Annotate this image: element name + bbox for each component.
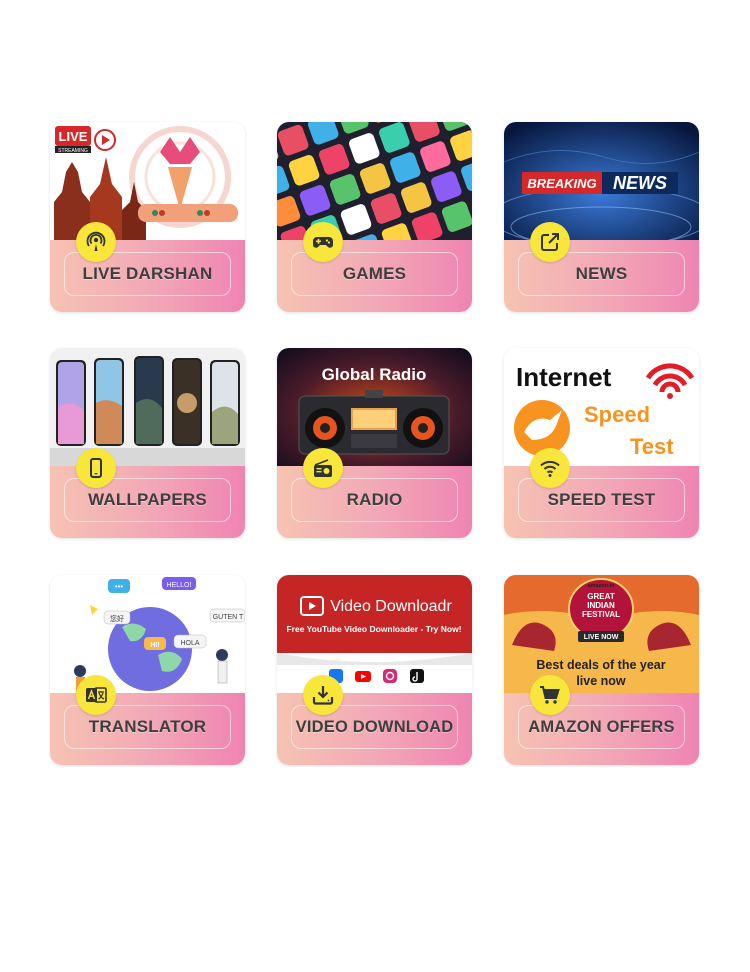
bubble-hola: HOLA	[180, 640, 199, 647]
app-grid-page: LIVE STREAMING LIVE DARSHAN GAMES BREAKI…	[0, 0, 750, 972]
podcast-icon-badge	[76, 222, 116, 262]
tile-wallpapers[interactable]: WALLPAPERS	[50, 348, 245, 538]
live-badge-text: LIVE	[59, 129, 88, 144]
tile-label: NEWS	[575, 264, 628, 283]
external-link-icon	[541, 233, 559, 251]
tile-label: AMAZON OFFERS	[528, 717, 675, 736]
tile-live-darshan[interactable]: LIVE STREAMING LIVE DARSHAN	[50, 122, 245, 312]
gamepad-icon	[313, 237, 333, 248]
podcast-icon	[86, 231, 106, 251]
indian-text: INDIAN	[587, 601, 615, 610]
external-link-icon-badge	[530, 222, 570, 262]
download-icon-badge	[303, 675, 343, 715]
video-downloadr-subtitle: Free YouTube Video Downloader - Try Now!	[286, 624, 461, 634]
tile-amazon-offers[interactable]: amazon.in GREAT INDIAN FESTIVAL LIVE NOW…	[504, 575, 699, 765]
translator-thumbnail: ••• HELLO! HOLA GUTEN T HI! 您好	[50, 575, 245, 693]
wallpapers-thumbnail	[50, 348, 245, 466]
bubble-guten: GUTEN T	[213, 614, 244, 621]
great-text: GREAT	[587, 592, 615, 601]
radio-icon-badge	[303, 448, 343, 488]
translate-icon	[86, 687, 107, 703]
live-now-deal-text: live now	[576, 674, 626, 688]
tile-video-download[interactable]: Video Downloadr Free YouTube Video Downl…	[277, 575, 472, 765]
bubble-hello: HELLO!	[167, 582, 192, 589]
radio-icon	[314, 459, 332, 477]
tile-label: TRANSLATOR	[88, 717, 207, 736]
amazon-offers-thumbnail: amazon.in GREAT INDIAN FESTIVAL LIVE NOW…	[504, 575, 699, 693]
bubble-hi: HI!	[150, 642, 159, 649]
bubble-chinese: 您好	[110, 614, 124, 623]
tile-label: WALLPAPERS	[88, 490, 207, 509]
speed-test-thumbnail: Internet Speed Test	[504, 348, 699, 466]
gamepad-icon-badge	[303, 222, 343, 262]
download-icon	[312, 686, 334, 705]
global-radio-text: Global Radio	[322, 365, 427, 384]
breaking-text: BREAKING	[527, 176, 596, 191]
tile-label: SPEED TEST	[547, 490, 656, 509]
cart-icon	[540, 686, 560, 704]
speed-text: Speed	[584, 402, 650, 427]
live-darshan-thumbnail: LIVE STREAMING	[50, 122, 245, 240]
wifi-icon	[540, 460, 560, 477]
tile-news[interactable]: BREAKING NEWS NEWS	[504, 122, 699, 312]
tile-speed-test[interactable]: Internet Speed Test SPEED TEST	[504, 348, 699, 538]
live-now-text: LIVE NOW	[584, 634, 619, 641]
news-text: NEWS	[613, 173, 667, 193]
tile-label: GAMES	[342, 264, 407, 283]
wifi-icon-badge	[530, 448, 570, 488]
tile-translator[interactable]: ••• HELLO! HOLA GUTEN T HI! 您好 TRANSLATO…	[50, 575, 245, 765]
tile-games[interactable]: GAMES	[277, 122, 472, 312]
festival-text: FESTIVAL	[582, 610, 620, 619]
test-text: Test	[630, 434, 674, 459]
news-thumbnail: BREAKING NEWS	[504, 122, 699, 240]
tile-label: VIDEO DOWNLOAD	[295, 717, 454, 736]
svg-text:•••: •••	[115, 582, 124, 591]
video-download-thumbnail: Video Downloadr Free YouTube Video Downl…	[277, 575, 472, 693]
radio-thumbnail: Global Radio	[277, 348, 472, 466]
tile-label: LIVE DARSHAN	[82, 264, 213, 283]
smartphone-icon	[90, 458, 102, 478]
games-thumbnail	[277, 122, 472, 240]
video-downloadr-title: Video Downloadr	[330, 598, 452, 615]
tile-label: RADIO	[346, 490, 403, 509]
smartphone-icon-badge	[76, 448, 116, 488]
best-deals-text: Best deals of the year	[536, 658, 665, 672]
streaming-badge-text: STREAMING	[58, 148, 88, 154]
translate-icon-badge	[76, 675, 116, 715]
cart-icon-badge	[530, 675, 570, 715]
tile-radio[interactable]: Global Radio RADIO	[277, 348, 472, 538]
internet-text: Internet	[516, 362, 612, 392]
amazon-brand-text: amazon.in	[588, 583, 616, 589]
